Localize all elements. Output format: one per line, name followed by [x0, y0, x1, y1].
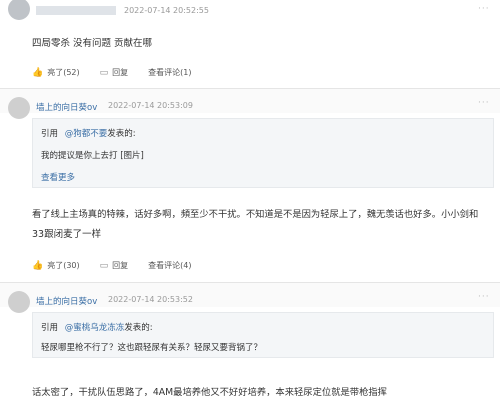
quote-box: 引用 @狗都不要发表的: 我的提议是你上去打 [图片] 查看更多	[32, 118, 494, 188]
like-label: 亮了(52)	[47, 68, 80, 77]
quote-box: 引用 @蜜桃乌龙冻冻发表的: 轻尿哪里枪不行了？这也跟轻尿有关系？轻尿又要背锅了…	[32, 312, 494, 358]
more-options-icon[interactable]: ···	[478, 98, 490, 108]
more-options-icon[interactable]: ···	[478, 292, 490, 302]
comment-text-line: 33跟闭麦了一样	[32, 229, 102, 240]
quote-user-link[interactable]: @蜜桃乌龙冻冻	[65, 323, 125, 333]
quote-suffix: 发表的:	[124, 323, 153, 333]
username[interactable]: 墙上的向日葵ov	[36, 295, 97, 307]
avatar[interactable]	[8, 97, 30, 119]
reply-label: 回复	[112, 261, 129, 270]
view-comments-button[interactable]: 查看评论(4)	[148, 260, 191, 271]
thumb-up-icon: 👍	[32, 260, 44, 271]
view-comments-label: 查看评论(1)	[148, 68, 192, 77]
comment-time: 2022-07-14 20:52:55	[124, 6, 209, 15]
comment-text: 四局零杀 没有问题 贡献在哪	[32, 38, 153, 49]
quote-text: 轻尿哪里枪不行了？这也跟轻尿有关系？轻尿又要背锅了？	[41, 343, 263, 353]
username[interactable]: 墙上的向日葵ov	[36, 101, 97, 113]
view-comments-button[interactable]: 查看评论(1)	[148, 67, 191, 78]
reply-icon: ▭	[99, 67, 109, 78]
view-comments-label: 查看评论(4)	[148, 261, 192, 270]
reply-label: 回复	[112, 68, 129, 77]
thumb-up-icon: 👍	[32, 67, 44, 78]
comment-time: 2022-07-14 20:53:09	[108, 101, 193, 110]
reply-button[interactable]: ▭ 回复	[100, 67, 129, 78]
like-button[interactable]: 👍 亮了(52)	[32, 67, 80, 78]
avatar[interactable]	[8, 291, 30, 313]
comment-actions: 👍 亮了(30) ▭ 回复 查看评论(4)	[32, 260, 212, 271]
quote-see-more-link[interactable]: 查看更多	[41, 171, 75, 183]
comment-time: 2022-07-14 20:53:52	[108, 295, 193, 304]
username[interactable]	[36, 6, 116, 15]
like-label: 亮了(30)	[47, 261, 80, 270]
comment-text-line: 看了线上主场真的特辣，话好多啊，頻至少不干扰。不知道是不是因为轻尿上了，魏无羡话…	[32, 209, 479, 220]
quote-text: 我的提议是你上去打 [图片]	[41, 151, 144, 161]
avatar[interactable]	[8, 0, 30, 20]
quote-header: 引用 @狗都不要发表的:	[41, 127, 136, 139]
quote-prefix: 引用	[41, 129, 59, 139]
reply-button[interactable]: ▭ 回复	[100, 260, 129, 271]
quote-prefix: 引用	[41, 323, 59, 333]
quote-header: 引用 @蜜桃乌龙冻冻发表的:	[41, 321, 153, 333]
comment-actions: 👍 亮了(52) ▭ 回复 查看评论(1)	[32, 67, 212, 78]
more-options-icon[interactable]: ···	[478, 4, 490, 14]
comment-text-line: 话太密了，干扰队伍思路了，4AM最培养他又不好好培养，本来轻尿定位就是带枪指挥	[32, 387, 387, 398]
quote-user-link[interactable]: @狗都不要	[65, 129, 108, 139]
quote-suffix: 发表的:	[107, 129, 136, 139]
like-button[interactable]: 👍 亮了(30)	[32, 260, 80, 271]
reply-icon: ▭	[99, 260, 109, 271]
